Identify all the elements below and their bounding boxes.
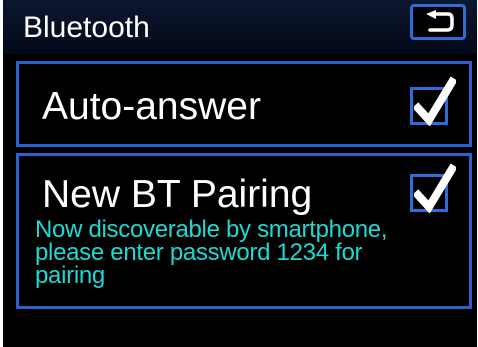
checkmark-icon bbox=[412, 76, 458, 131]
pairing-instructions-line: please enter password 1234 for bbox=[35, 239, 363, 266]
header-bar: Bluetooth bbox=[3, 0, 477, 54]
new-bt-pairing-label: New BT Pairing bbox=[42, 173, 313, 216]
pairing-instructions-line: pairing bbox=[35, 262, 105, 289]
page-title: Bluetooth bbox=[23, 11, 150, 44]
auto-answer-checkbox[interactable] bbox=[410, 76, 458, 127]
auto-answer-setting[interactable]: Auto-answer bbox=[16, 61, 472, 147]
bottom-area bbox=[3, 318, 477, 347]
pairing-instructions: Now discoverable by smartphone, please e… bbox=[35, 216, 465, 289]
new-bt-pairing-checkbox[interactable] bbox=[410, 163, 458, 214]
pairing-instructions-line: Now discoverable by smartphone, bbox=[35, 216, 388, 243]
bluetooth-settings-screen: Bluetooth Auto-answer New BT Pairing Now… bbox=[3, 0, 477, 347]
back-button[interactable] bbox=[410, 4, 466, 40]
back-arrow-icon bbox=[422, 10, 454, 34]
auto-answer-label: Auto-answer bbox=[42, 85, 261, 128]
checkmark-icon bbox=[412, 163, 458, 218]
new-bt-pairing-setting[interactable]: New BT Pairing Now discoverable by smart… bbox=[16, 153, 472, 309]
